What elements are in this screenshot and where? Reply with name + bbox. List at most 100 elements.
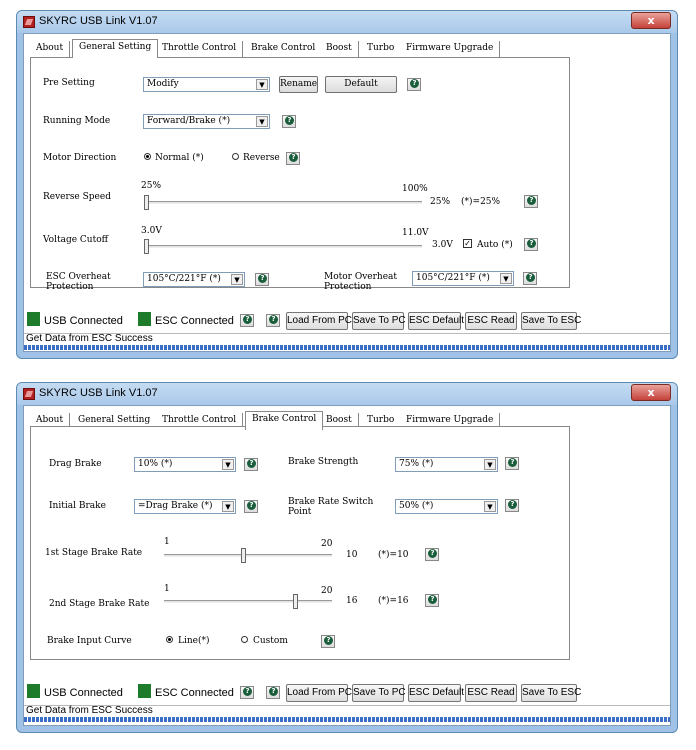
drag-brake-value: 10% (*) — [138, 459, 173, 469]
pre-setting-value: Modify — [147, 79, 179, 89]
reverse-speed-default: (*)=25% — [461, 197, 501, 207]
chevron-down-icon: ▼ — [484, 501, 496, 512]
tab-turbo[interactable]: Turbo — [361, 41, 402, 58]
esc-read-button[interactable]: ESC Read — [465, 684, 517, 702]
help-icon[interactable] — [282, 115, 296, 128]
esc-default-button[interactable]: ESC Default — [408, 312, 464, 330]
help-icon[interactable] — [321, 635, 335, 648]
help-icon[interactable] — [244, 500, 258, 513]
tab-about[interactable]: About — [30, 41, 71, 58]
save-to-esc-button[interactable]: Save To ESC — [521, 312, 581, 330]
esc-default-button[interactable]: ESC Default — [408, 684, 464, 702]
help-icon[interactable] — [524, 195, 538, 208]
pre-setting-select[interactable]: Modify ▼ — [143, 77, 270, 92]
stage1-max: 20 — [321, 539, 333, 549]
title-bar[interactable]: SKYRC USB Link V1.07 x — [17, 11, 677, 33]
close-button[interactable]: x — [631, 384, 671, 401]
motor-overheat-select[interactable]: 105°C/221°F (*) ▼ — [412, 271, 514, 286]
tab-firmware-upgrade[interactable]: Firmware Upgrade — [400, 41, 501, 58]
esc-read-button[interactable]: ESC Read — [465, 312, 517, 330]
stage2-label: 2nd Stage Brake Rate — [49, 599, 150, 609]
help-icon[interactable] — [266, 686, 280, 699]
help-icon[interactable] — [425, 594, 439, 607]
save-to-pc-button[interactable]: Save To PC — [352, 684, 406, 702]
motor-overheat-label-2: Protection — [324, 282, 372, 292]
voltage-cutoff-min: 3.0V — [141, 226, 162, 236]
reverse-speed-value: 25% — [430, 197, 451, 207]
voltage-cutoff-slider-thumb[interactable] — [144, 239, 149, 254]
help-icon[interactable] — [505, 499, 519, 512]
help-icon[interactable] — [240, 314, 254, 327]
stage1-slider-thumb[interactable] — [240, 548, 246, 563]
status-bar: USB Connected ESC Connected Load From PC… — [24, 312, 670, 330]
app-window-brake: SKYRC USB Link V1.07 x About General Set… — [16, 382, 678, 733]
radio-normal[interactable] — [144, 153, 151, 160]
help-icon[interactable] — [244, 458, 258, 471]
line-option-label: Line(*) — [178, 636, 210, 646]
stage2-slider-thumb[interactable] — [292, 594, 298, 609]
custom-option-label: Custom — [253, 636, 288, 646]
esc-status-text: ESC Connected — [155, 687, 234, 699]
esc-overheat-select[interactable]: 105°C/221°F (*) ▼ — [143, 272, 245, 287]
stage1-label: 1st Stage Brake Rate — [45, 548, 143, 558]
motor-direction-label: Motor Direction — [43, 153, 117, 163]
client-area: About General Setting Throttle Control B… — [23, 405, 671, 726]
help-icon[interactable] — [255, 273, 269, 286]
drag-brake-label: Drag Brake — [49, 459, 102, 469]
default-button[interactable]: Default — [325, 76, 397, 93]
rename-button[interactable]: Rename — [279, 76, 318, 93]
radio-line[interactable] — [166, 636, 173, 643]
stage2-slider-track[interactable] — [164, 600, 332, 603]
running-mode-label: Running Mode — [43, 116, 111, 126]
auto-checkbox[interactable]: ✓ — [463, 239, 472, 248]
help-icon[interactable] — [523, 272, 537, 285]
esc-status-led — [138, 684, 151, 698]
tab-throttle-control[interactable]: Throttle Control — [156, 41, 244, 58]
progress-bar — [24, 717, 670, 722]
load-from-pc-button[interactable]: Load From PC — [286, 684, 352, 702]
esc-status-led — [138, 312, 151, 326]
load-from-pc-button[interactable]: Load From PC — [286, 312, 352, 330]
initial-brake-select[interactable]: =Drag Brake (*) ▼ — [134, 499, 236, 514]
help-icon[interactable] — [505, 457, 519, 470]
help-icon[interactable] — [524, 238, 538, 251]
close-button[interactable]: x — [631, 12, 671, 29]
radio-custom[interactable] — [241, 636, 248, 643]
help-icon[interactable] — [425, 548, 439, 561]
stage2-default: (*)=16 — [378, 596, 409, 606]
help-icon[interactable] — [286, 152, 300, 165]
running-mode-select[interactable]: Forward/Brake (*) ▼ — [143, 114, 270, 129]
usb-status-text: USB Connected — [44, 687, 123, 699]
brake-rate-switch-select[interactable]: 50% (*) ▼ — [395, 499, 498, 514]
reverse-speed-label: Reverse Speed — [43, 192, 111, 202]
save-to-esc-button[interactable]: Save To ESC — [521, 684, 581, 702]
tab-brake-control[interactable]: Brake Control — [245, 41, 323, 58]
tab-boost[interactable]: Boost — [320, 41, 359, 58]
auto-checkbox-label: Auto (*) — [477, 240, 513, 250]
reverse-option-label: Reverse — [243, 153, 280, 163]
tab-brake-control[interactable]: Brake Control — [245, 411, 324, 430]
stage1-slider-track[interactable] — [164, 554, 332, 557]
brake-strength-select[interactable]: 75% (*) ▼ — [395, 457, 498, 472]
radio-reverse[interactable] — [232, 153, 239, 160]
skyrc-app-icon — [23, 388, 35, 400]
title-bar[interactable]: SKYRC USB Link V1.07 x — [17, 383, 677, 405]
brake-strength-value: 75% (*) — [399, 459, 434, 469]
help-icon[interactable] — [407, 78, 421, 91]
status-bar: USB Connected ESC Connected Load From PC… — [24, 684, 670, 702]
help-icon[interactable] — [240, 686, 254, 699]
help-icon[interactable] — [266, 314, 280, 327]
brake-rate-switch-value: 50% (*) — [399, 501, 434, 511]
app-window-general: SKYRC USB Link V1.07 x About General Set… — [16, 10, 678, 359]
skyrc-app-icon — [23, 16, 35, 28]
save-to-pc-button[interactable]: Save To PC — [352, 312, 406, 330]
tab-general-setting[interactable]: General Setting — [72, 39, 159, 58]
reverse-speed-slider-thumb[interactable] — [144, 195, 149, 210]
voltage-cutoff-slider-track[interactable] — [144, 245, 422, 248]
reverse-speed-slider-track[interactable] — [144, 201, 422, 204]
drag-brake-select[interactable]: 10% (*) ▼ — [134, 457, 236, 472]
stage2-min: 1 — [164, 584, 170, 594]
voltage-cutoff-value: 3.0V — [432, 240, 453, 250]
chevron-down-icon: ▼ — [222, 459, 234, 470]
stage1-min: 1 — [164, 537, 170, 547]
